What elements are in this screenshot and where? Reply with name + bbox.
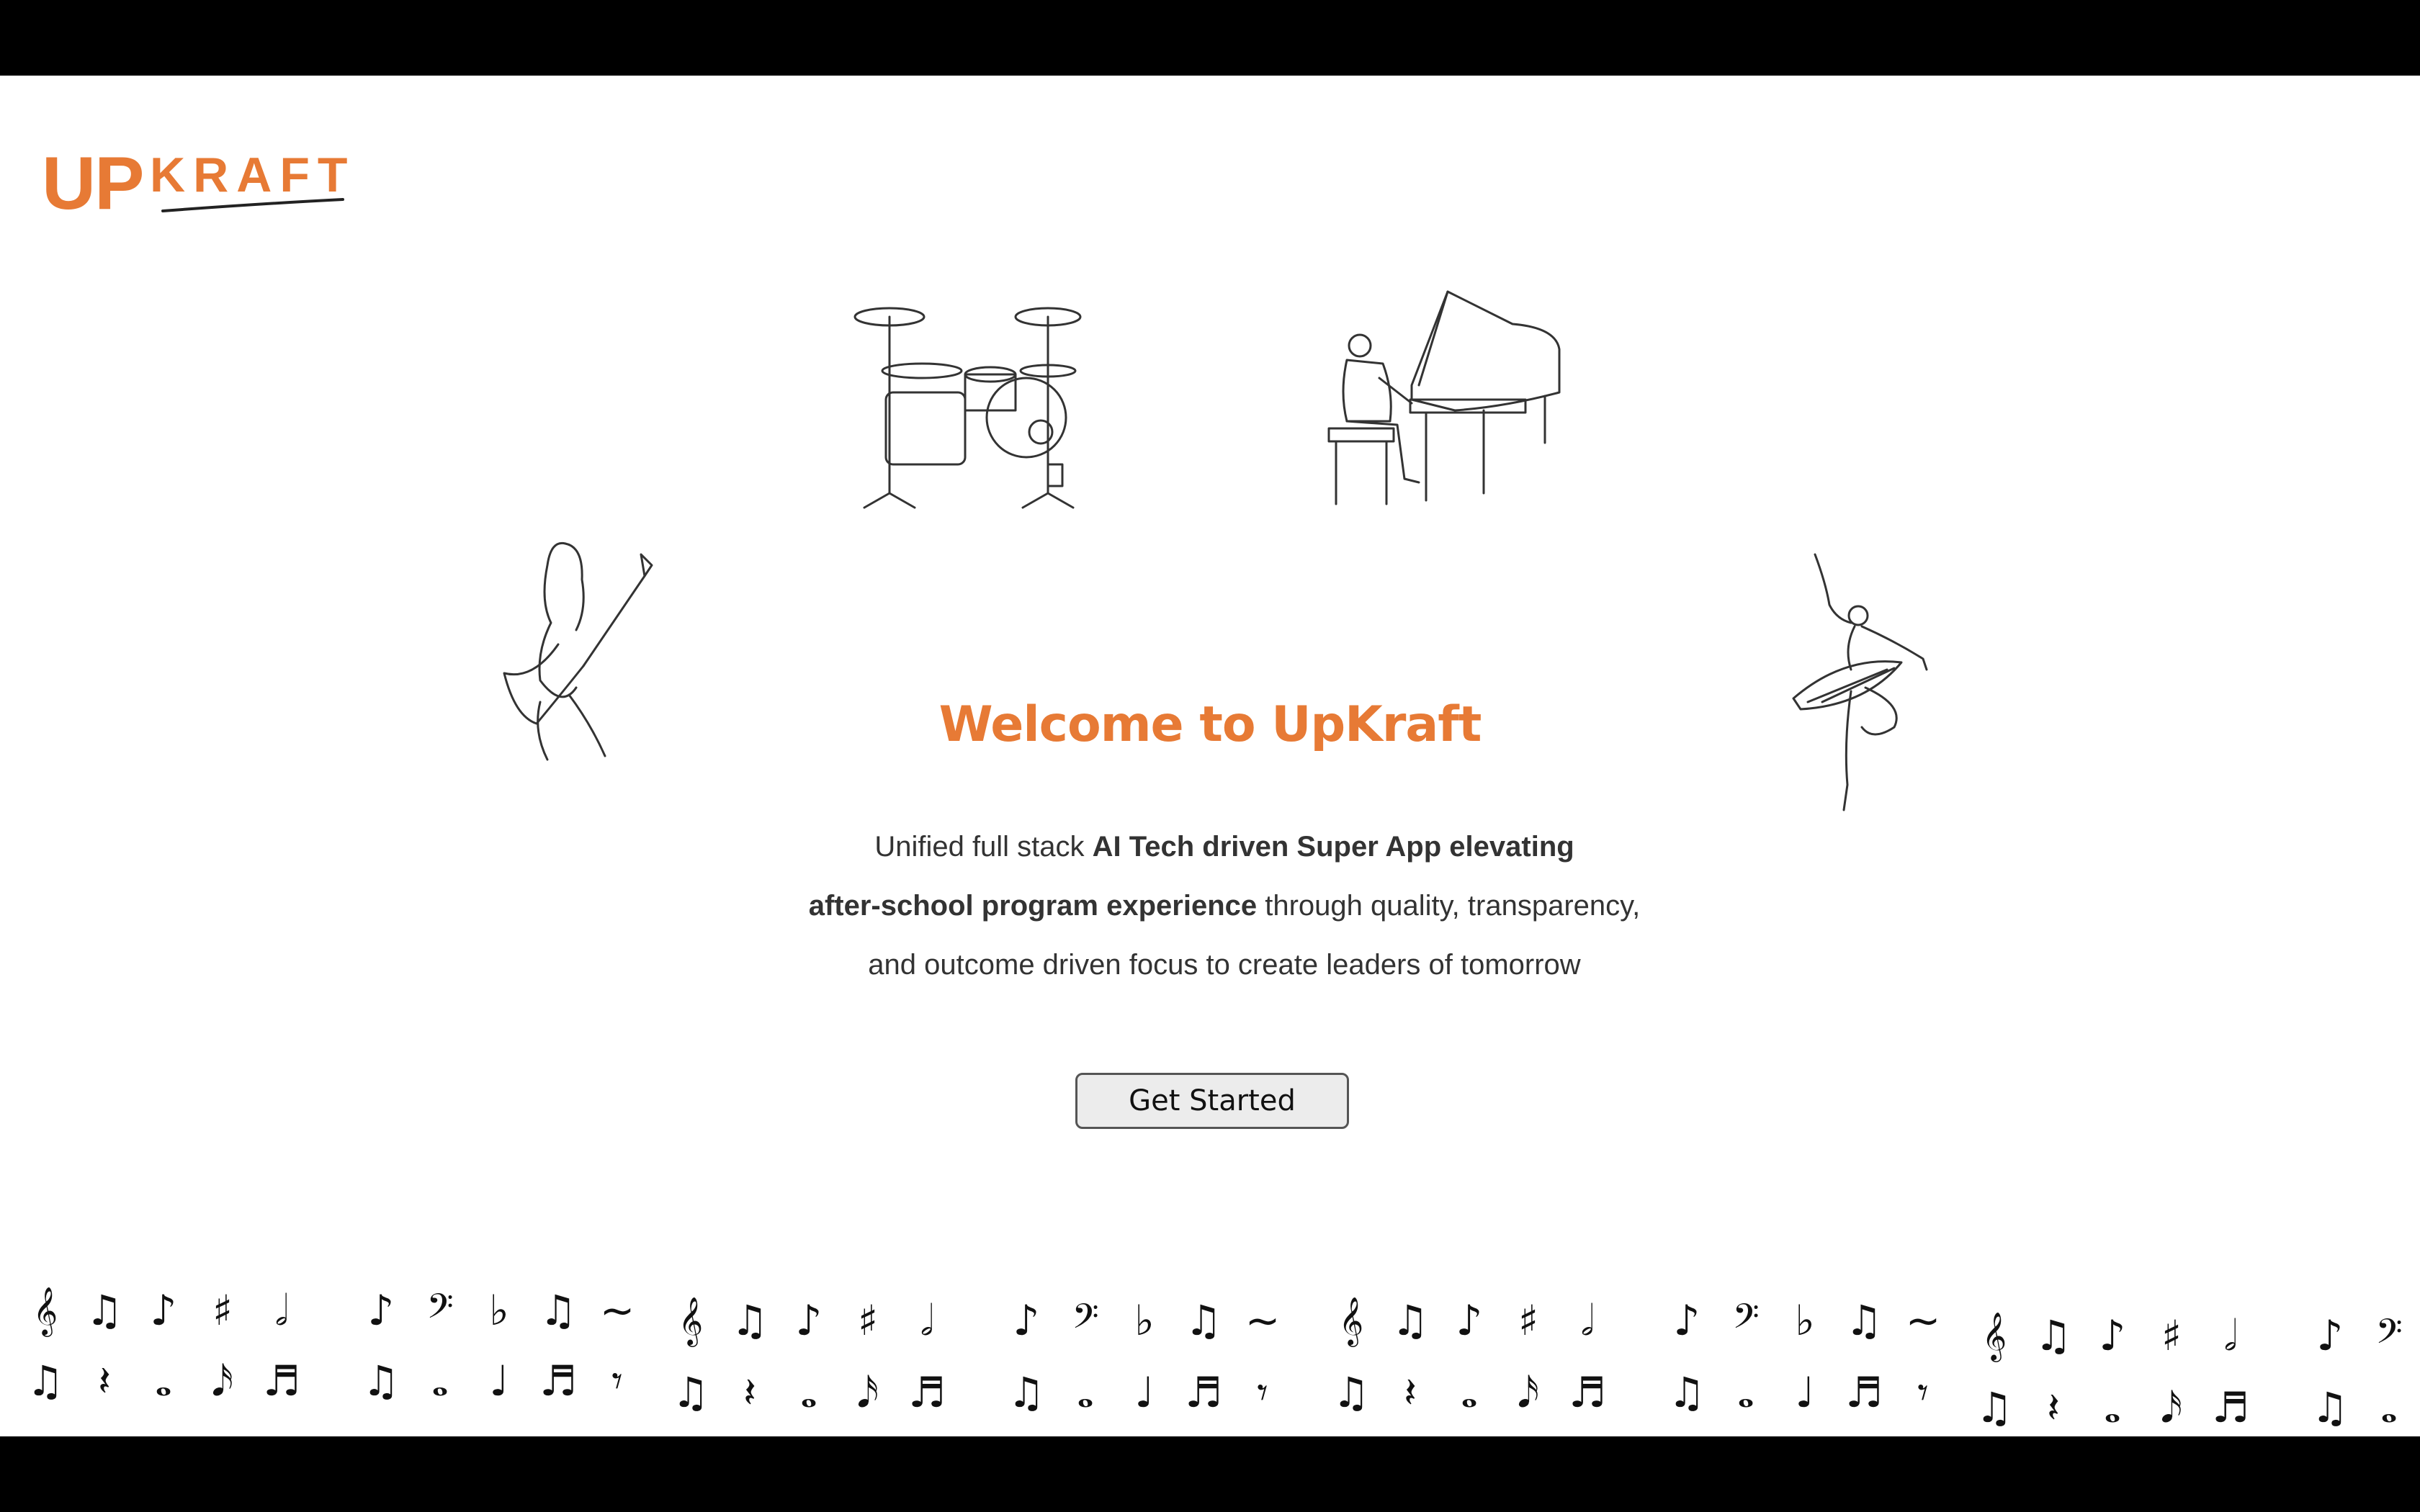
treble-clef-icon: 𝄞 [678,1296,704,1345]
quarter-note-icon: ♩ [1795,1368,1815,1417]
beamed-sixteenth-notes-icon: ♬ [1185,1368,1222,1417]
notes-row-bottom-2: ♫ 𝄽 𝅝 𝅘𝅥𝅯 ♬ ♫ 𝅝 ♩ ♬ 𝄾 [661,1367,1292,1418]
eighth-note-icon: ♪ [2099,1311,2126,1360]
beamed-notes-icon: ♫ [539,1286,577,1335]
treble-clef-icon: 𝄞 [1338,1296,1364,1345]
hero-description: Unified full stack AI Tech driven Super … [706,817,1743,994]
half-note-icon: 𝅗𝅥 [1580,1296,1595,1345]
bass-clef-icon: 𝄢 [2375,1311,2403,1360]
desc-line2-regular: through quality, transparency, [1257,890,1641,922]
half-note-icon: 𝅗𝅥 [920,1296,934,1345]
beamed-sixteenth-notes-icon: ♬ [539,1356,577,1405]
beamed-notes-icon: ♫ [1668,1368,1706,1417]
sixteenth-note-icon: 𝅘𝅥𝅯 [1517,1368,1540,1417]
whole-note-icon: 𝅝 [1461,1368,1478,1417]
beamed-notes-icon: ♫ [1392,1296,1429,1345]
eighth-note-icon: ♪ [1673,1296,1700,1345]
desc-line1-regular: Unified full stack [874,831,1093,863]
bass-clef-icon: 𝄢 [1732,1296,1760,1345]
tilde-icon: ∼ [599,1286,635,1335]
desc-line1-bold: AI Tech driven Super App elevating [1092,831,1574,863]
rest-icon: 𝄽 [98,1356,111,1405]
half-note-icon: 𝅗𝅥 [2223,1311,2238,1360]
whole-note-icon: 𝅝 [800,1368,817,1417]
beamed-notes-icon: ♫ [2035,1311,2072,1360]
notes-row-bottom-1: ♫ 𝄽 𝅝 𝅘𝅥𝅯 ♬ ♫ 𝅝 ♩ ♬ 𝄾 [16,1356,647,1406]
sharp-icon: ♯ [1518,1296,1539,1345]
notes-row-bottom-3: ♫ 𝄽 𝅝 𝅘𝅥𝅯 ♬ ♫ 𝅝 ♩ ♬ 𝄾 [1322,1367,1953,1418]
sixteenth-note-icon: 𝅘𝅥𝅯 [2160,1383,2183,1432]
whole-note-icon: 𝅝 [431,1356,449,1405]
rest-icon: 𝄽 [743,1368,756,1417]
beamed-notes-icon: ♫ [1976,1383,2013,1432]
eighth-rest-icon: 𝄾 [1257,1368,1268,1417]
notes-row-top-4: 𝄞 ♫ ♪ ♯ 𝅗𝅥 ♪ 𝄢 [1965,1310,2419,1361]
eighth-note-icon: ♪ [2316,1311,2344,1360]
eighth-note-icon: ♪ [795,1296,823,1345]
quarter-note-icon: ♩ [1134,1368,1155,1417]
sixteenth-note-icon: 𝅘𝅥𝅯 [856,1368,879,1417]
logo-underline [161,198,344,212]
beamed-notes-icon: ♫ [2311,1383,2349,1432]
beamed-notes-icon: ♫ [1008,1368,1045,1417]
beamed-notes-icon: ♫ [731,1296,768,1345]
beamed-notes-icon: ♫ [86,1286,123,1335]
quarter-note-icon: ♩ [489,1356,509,1405]
rest-icon: 𝄽 [1404,1368,1417,1417]
rest-icon: 𝄽 [2047,1383,2060,1432]
beamed-sixteenth-notes-icon: ♬ [1845,1368,1883,1417]
whole-note-icon: 𝅝 [1077,1368,1094,1417]
tilde-icon: ∼ [1245,1296,1281,1345]
beamed-sixteenth-notes-icon: ♬ [908,1368,946,1417]
eighth-rest-icon: 𝄾 [1917,1368,1929,1417]
eighth-rest-icon: 𝄾 [611,1356,623,1405]
upkraft-logo[interactable]: UP KRAFT [42,146,348,221]
treble-clef-icon: 𝄞 [1981,1311,2007,1360]
whole-note-icon: 𝅝 [155,1356,172,1405]
ballerina-illustration [1786,547,1945,814]
sixteenth-note-icon: 𝅘𝅥𝅯 [211,1356,234,1405]
beamed-sixteenth-notes-icon: ♬ [2212,1383,2249,1432]
eighth-note-icon: ♪ [367,1286,395,1335]
notes-row-top-2: 𝄞 ♫ ♪ ♯ 𝅗𝅥 ♪ 𝄢 ♭ ♫ ∼ [661,1295,1292,1346]
beamed-sixteenth-notes-icon: ♬ [1569,1368,1606,1417]
beamed-notes-icon: ♫ [27,1356,64,1405]
whole-note-icon: 𝅝 [1737,1368,1754,1417]
eighth-note-icon: ♪ [150,1286,177,1335]
notes-row-bottom-4: ♫ 𝄽 𝅝 𝅘𝅥𝅯 ♬ ♫ 𝅝 [1965,1382,2419,1433]
tilde-icon: ∼ [1905,1296,1941,1345]
half-note-icon: 𝅗𝅥 [274,1286,289,1335]
drum-kit-illustration [843,292,1095,509]
sharp-icon: ♯ [212,1286,233,1335]
whole-note-icon: 𝅝 [2104,1383,2121,1432]
sharp-icon: ♯ [857,1296,879,1345]
beamed-sixteenth-notes-icon: ♬ [263,1356,300,1405]
flat-icon: ♭ [489,1286,509,1335]
flat-icon: ♭ [1795,1296,1815,1345]
landing-page: UP KRAFT Welcome to UpKraft Unified full… [0,76,2420,1436]
beamed-notes-icon: ♫ [672,1368,709,1417]
eighth-note-icon: ♪ [1456,1296,1483,1345]
beamed-notes-icon: ♫ [1332,1368,1370,1417]
page-title: Welcome to UpKraft [938,696,1482,753]
beamed-notes-icon: ♫ [1845,1296,1883,1345]
notes-row-top-1: 𝄞 ♫ ♪ ♯ 𝅗𝅥 ♪ 𝄢 ♭ ♫ ∼ [16,1285,647,1336]
guitarist-illustration [497,536,655,761]
bass-clef-icon: 𝄢 [1072,1296,1099,1345]
desc-line3: and outcome driven focus to create leade… [868,949,1581,981]
flat-icon: ♭ [1134,1296,1155,1345]
sharp-icon: ♯ [2161,1311,2182,1360]
notes-row-top-3: 𝄞 ♫ ♪ ♯ 𝅗𝅥 ♪ 𝄢 ♭ ♫ ∼ [1322,1295,1953,1346]
beamed-notes-icon: ♫ [1185,1296,1222,1345]
beamed-notes-icon: ♫ [362,1356,400,1405]
pianist-illustration [1325,284,1563,515]
get-started-button[interactable]: Get Started [1075,1073,1349,1129]
music-notes-strip: 𝄞 ♫ ♪ ♯ 𝅗𝅥 ♪ 𝄢 ♭ ♫ ∼ 𝄞 ♫ ♪ ♯ 𝅗𝅥 ♪ 𝄢 ♭ ♫ ∼ 𝄞 ♫ ♪ ♯ 𝅗𝅥 ♪ 𝄢 ♭ ♫ ∼ 𝄞 ♫ ♪ ♯… [0,1271,2420,1436]
logo-kraft-text: KRAFT [150,148,356,202]
desc-line2-bold: after-school program experience [808,890,1258,922]
whole-note-icon: 𝅝 [2380,1383,2398,1432]
eighth-note-icon: ♪ [1013,1296,1040,1345]
treble-clef-icon: 𝄞 [32,1286,58,1335]
bass-clef-icon: 𝄢 [426,1286,454,1335]
